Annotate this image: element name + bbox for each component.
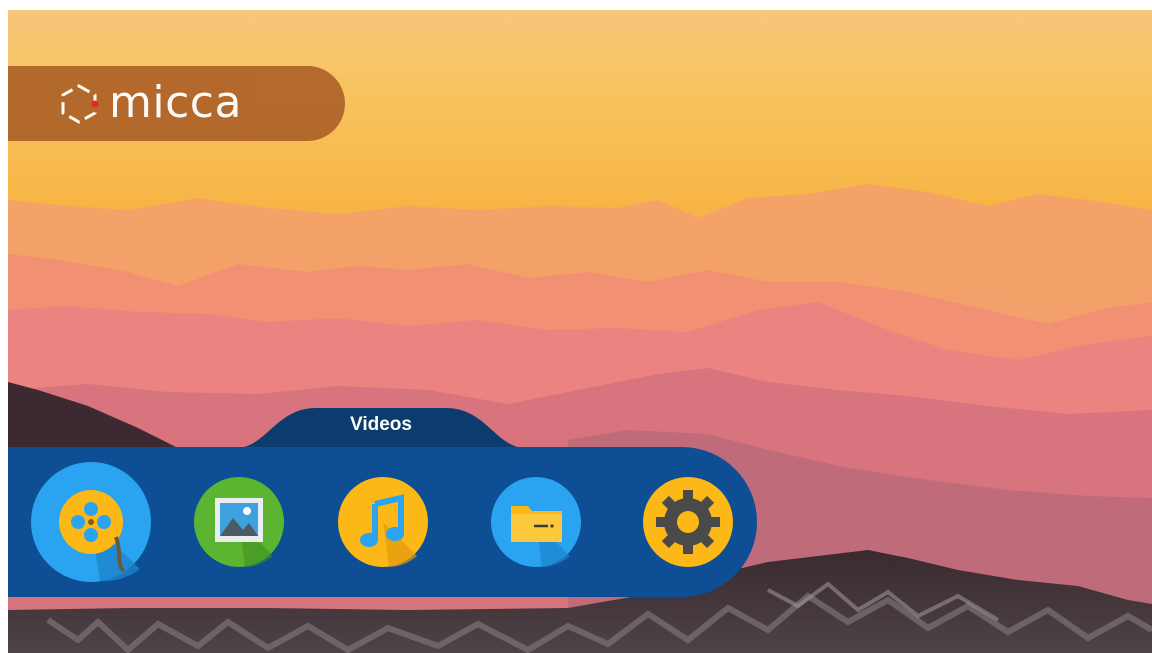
logo-mark-icon — [61, 84, 99, 124]
folder-icon — [491, 477, 581, 567]
media-player-home-screen: micca Videos — [8, 10, 1152, 653]
app-videos[interactable] — [30, 461, 152, 583]
music-note-icon — [338, 477, 428, 567]
app-files[interactable] — [490, 476, 582, 568]
app-settings[interactable] — [642, 476, 734, 568]
selected-app-label: Videos — [350, 414, 412, 435]
app-music[interactable] — [337, 476, 429, 568]
photo-icon — [194, 477, 284, 567]
app-photos[interactable] — [193, 476, 285, 568]
film-reel-icon — [31, 462, 151, 582]
gear-icon — [643, 477, 733, 567]
brand-logo: micca — [8, 66, 345, 141]
brand-logo-text: micca — [109, 77, 242, 128]
app-dock — [8, 447, 757, 597]
